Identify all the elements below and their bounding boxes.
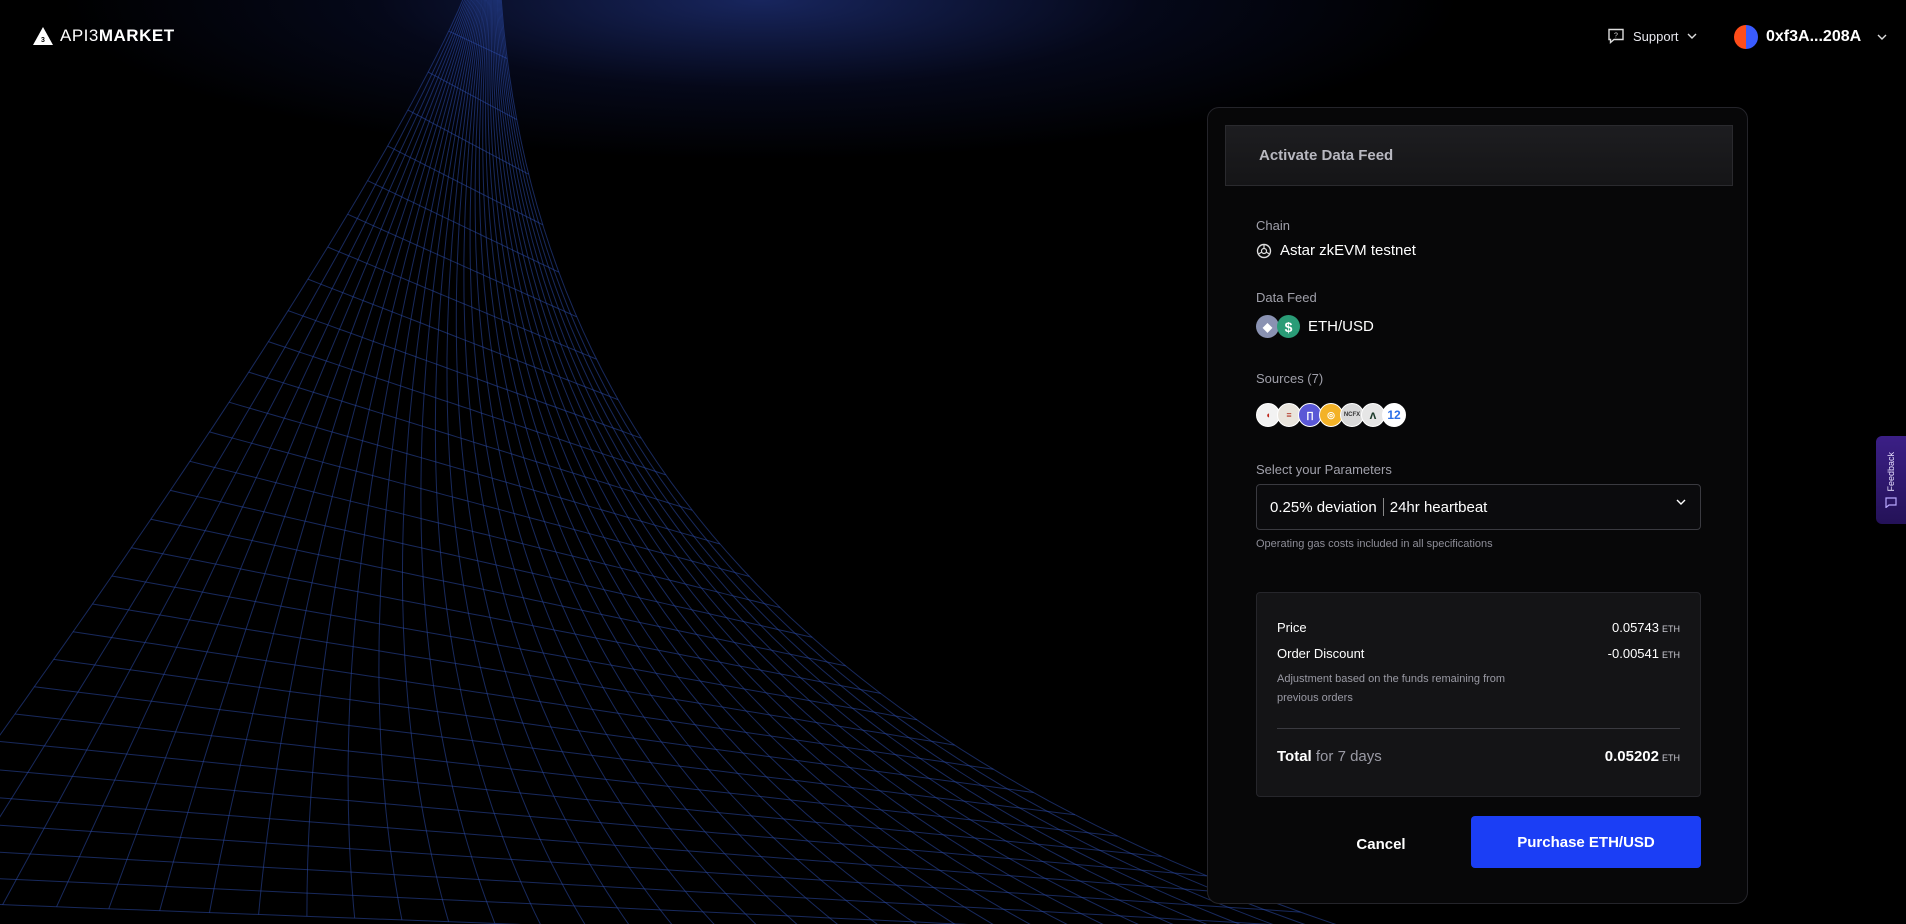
chevron-down-icon xyxy=(1676,499,1686,505)
grid-line xyxy=(248,371,693,511)
grid-line xyxy=(56,0,469,907)
grid-line xyxy=(0,741,1162,857)
price-value: 0.05743 xyxy=(1612,620,1659,635)
grid-line xyxy=(307,278,619,401)
price-row: Price 0.05743 ETH xyxy=(1277,620,1680,635)
svg-text:?: ? xyxy=(1614,33,1618,40)
logo[interactable]: 3 API3MARKET xyxy=(32,26,175,46)
total-unit: ETH xyxy=(1662,753,1680,763)
feedback-label: Feedback xyxy=(1886,451,1896,492)
chain-value-row: Astar zkEVM testnet xyxy=(1256,242,1416,259)
feedback-icon xyxy=(1885,497,1897,509)
chevron-down-icon xyxy=(1687,33,1697,39)
deviation-value: 0.25% deviation xyxy=(1270,498,1377,516)
logo-text: API3MARKET xyxy=(60,26,175,46)
api3-logo-icon: 3 xyxy=(33,27,53,45)
data-feed-name: ETH/USD xyxy=(1308,318,1374,335)
grid-line xyxy=(258,0,474,915)
support-chat-icon: ? xyxy=(1608,28,1624,44)
chevron-down-icon xyxy=(1877,34,1887,40)
discount-value: -0.00541 xyxy=(1607,646,1659,661)
feedback-tab[interactable]: Feedback xyxy=(1876,436,1906,524)
grid-line xyxy=(0,769,1207,877)
usd-icon: $ xyxy=(1277,315,1300,338)
grid-line xyxy=(496,0,1174,924)
discount-note: Adjustment based on the funds remaining … xyxy=(1277,673,1506,704)
chain-label: Chain xyxy=(1256,218,1290,233)
total-label: Total xyxy=(1277,748,1312,765)
grid-line xyxy=(463,0,673,924)
parameters-hint: Operating gas costs included in all spec… xyxy=(1256,538,1493,550)
total-row: Total for 7 days 0.05202 ETH xyxy=(1277,748,1680,765)
data-feed-value-row: ◆ $ ETH/USD xyxy=(1256,315,1374,338)
total-period: for 7 days xyxy=(1315,748,1382,765)
total-value: 0.05202 xyxy=(1604,748,1659,765)
grid-line xyxy=(496,0,1208,924)
grid-line xyxy=(469,0,715,924)
parameters-select[interactable]: 0.25% deviation 24hr heartbeat xyxy=(1256,484,1701,530)
svg-text:3: 3 xyxy=(41,37,45,44)
activate-data-feed-card: Activate Data Feed Chain Astar zkEVM tes… xyxy=(1207,107,1748,904)
sources-icons: ◖ ≡ ∏ ◎ NCFX ʌ 12 xyxy=(1256,403,1406,427)
discount-row: Order Discount -0.00541 ETH xyxy=(1277,646,1680,661)
grid-line xyxy=(489,0,956,924)
support-label: Support xyxy=(1633,28,1679,44)
grid-line xyxy=(490,0,994,924)
grid-line xyxy=(34,686,1076,816)
grid-line xyxy=(14,713,1118,837)
discount-unit: ETH xyxy=(1662,650,1680,660)
pricing-divider xyxy=(1277,728,1680,729)
data-feed-label: Data Feed xyxy=(1256,290,1317,305)
wallet-address: 0xf3A...208A xyxy=(1766,28,1862,45)
cancel-button[interactable]: Cancel xyxy=(1316,818,1446,870)
grid-line xyxy=(367,180,560,273)
pricing-summary: Price 0.05743 ETH Order Discount -0.00541… xyxy=(1256,592,1701,797)
grid-line xyxy=(446,0,586,924)
support-menu[interactable]: ? Support xyxy=(1607,28,1697,44)
heartbeat-value: 24hr heartbeat xyxy=(1389,498,1488,516)
logo-product: MARKET xyxy=(98,26,175,45)
eth-icon: ◆ xyxy=(1256,315,1279,338)
grid-line xyxy=(159,0,471,911)
price-unit: ETH xyxy=(1662,624,1680,634)
sources-label: Sources (7) xyxy=(1256,371,1324,386)
total-label-group: Total for 7 days xyxy=(1277,748,1382,765)
logo-brand: API3 xyxy=(60,26,99,45)
wallet-menu[interactable]: 0xf3A...208A xyxy=(1734,25,1887,49)
card-title: Activate Data Feed xyxy=(1225,125,1733,186)
source-7-icon: 12 xyxy=(1382,403,1406,427)
grid-line xyxy=(497,0,1241,924)
price-label: Price xyxy=(1277,620,1307,635)
parameter-separator xyxy=(1382,498,1384,516)
chain-name: Astar zkEVM testnet xyxy=(1280,242,1416,259)
wallet-avatar xyxy=(1734,25,1758,49)
grid-line xyxy=(478,0,798,924)
parameters-label: Select your Parameters xyxy=(1256,462,1392,477)
grid-line xyxy=(209,431,750,577)
astar-chain-icon xyxy=(1256,243,1272,258)
purchase-button[interactable]: Purchase ETH/USD xyxy=(1471,816,1701,868)
grid-line xyxy=(495,0,1139,924)
discount-label: Order Discount xyxy=(1277,646,1365,661)
grid-line xyxy=(228,401,721,545)
grid-line xyxy=(268,341,666,476)
grid-line xyxy=(420,0,496,924)
grid-line xyxy=(347,213,577,318)
